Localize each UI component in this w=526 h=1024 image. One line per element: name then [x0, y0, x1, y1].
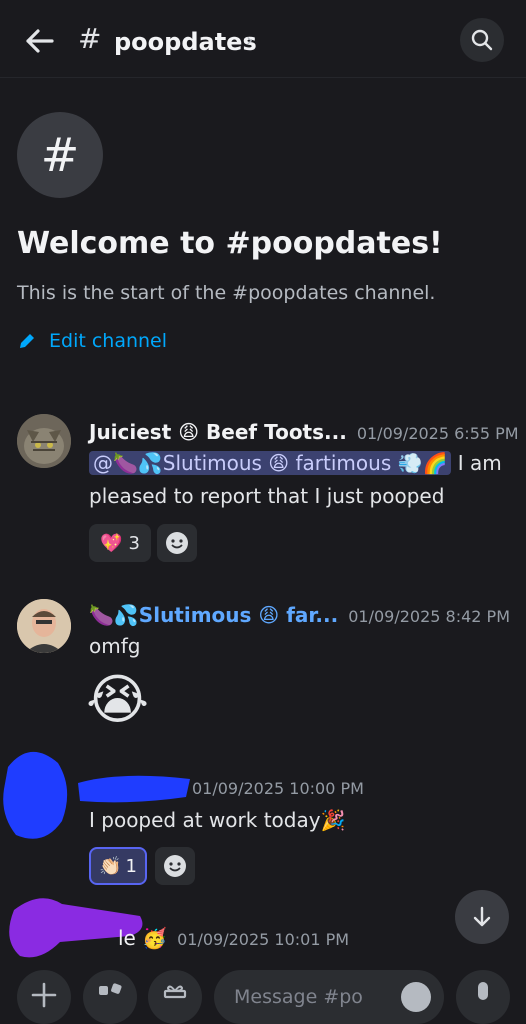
- reaction-emoji: 👏🏻: [99, 855, 122, 877]
- message-timestamp: 01/09/2025 10:00 PM: [192, 779, 364, 798]
- back-arrow-icon[interactable]: [22, 24, 56, 58]
- message-content: @🍆💦Slutimous 😩 fartimous 💨🌈 I am pleased…: [89, 447, 509, 513]
- smiley-icon: [166, 532, 188, 554]
- welcome-subtitle: This is the start of the #poopdates chan…: [17, 282, 436, 304]
- channel-header: # poopdates ›: [0, 0, 526, 78]
- gift-button[interactable]: [148, 970, 202, 1024]
- gift-icon: [163, 985, 187, 999]
- edit-channel-label: Edit channel: [49, 330, 168, 352]
- message-author[interactable]: 🍆💦Slutimous 😩 far...: [89, 603, 338, 627]
- message-timestamp: 01/09/2025 6:55 PM: [356, 424, 519, 443]
- welcome-title: Welcome to #poopdates!: [17, 226, 443, 261]
- user-mention[interactable]: @🍆💦Slutimous 😩 fartimous 💨🌈: [89, 451, 452, 475]
- arrow-down-icon: [473, 906, 491, 927]
- apps-button[interactable]: [83, 970, 137, 1024]
- reaction-count: 1: [125, 855, 137, 877]
- microphone-icon: [478, 982, 488, 1000]
- avatar[interactable]: [17, 414, 71, 468]
- message: Juiciest 😩 Beef Toots... 01/09/2025 6:55…: [0, 410, 526, 570]
- reaction-chip[interactable]: 💖 3: [89, 524, 151, 562]
- message-text: omfg: [89, 634, 141, 658]
- reaction-chip-selected[interactable]: 👏🏻 1: [89, 847, 147, 885]
- chevron-right-icon[interactable]: ›: [246, 30, 253, 51]
- channel-title[interactable]: poopdates: [114, 28, 257, 56]
- message-author[interactable]: le 🥳: [118, 926, 167, 950]
- pencil-icon: [20, 334, 34, 348]
- apps-icon: [99, 983, 122, 995]
- channel-hash-icon: #: [78, 22, 102, 55]
- message-timestamp: 01/09/2025 8:42 PM: [348, 607, 510, 626]
- message-text: I pooped at work today🎉: [89, 808, 346, 832]
- smiley-icon: [164, 855, 186, 877]
- add-attachment-button[interactable]: [17, 970, 71, 1024]
- reaction-emoji: 💖: [100, 532, 123, 554]
- edit-channel-link[interactable]: Edit channel: [17, 330, 167, 352]
- avatar[interactable]: [17, 599, 71, 653]
- message-timestamp: 01/09/2025 10:01 PM: [177, 930, 350, 949]
- jump-to-bottom-button[interactable]: [455, 890, 509, 944]
- add-reaction-button[interactable]: [155, 847, 195, 885]
- reaction-count: 3: [128, 532, 140, 554]
- microphone-button[interactable]: [456, 970, 510, 1024]
- add-reaction-button[interactable]: [157, 524, 197, 562]
- composer-bar: Message #po: [0, 960, 526, 1024]
- message: le 🥳 01/09/2025 10:01 PM: [0, 890, 526, 960]
- search-icon: [471, 29, 493, 51]
- message: 🍆💦Slutimous 😩 far... 01/09/2025 8:42 PM …: [0, 595, 526, 745]
- message-author[interactable]: Juiciest 😩 Beef Toots...: [89, 420, 347, 444]
- search-button[interactable]: [460, 18, 504, 62]
- message-emoji: 😭: [86, 668, 150, 731]
- message: 01/09/2025 10:00 PM I pooped at work tod…: [0, 745, 526, 895]
- plus-icon: [31, 982, 57, 1008]
- emoji-picker-icon[interactable]: [401, 982, 431, 1012]
- channel-hash-icon-large: #: [17, 112, 103, 198]
